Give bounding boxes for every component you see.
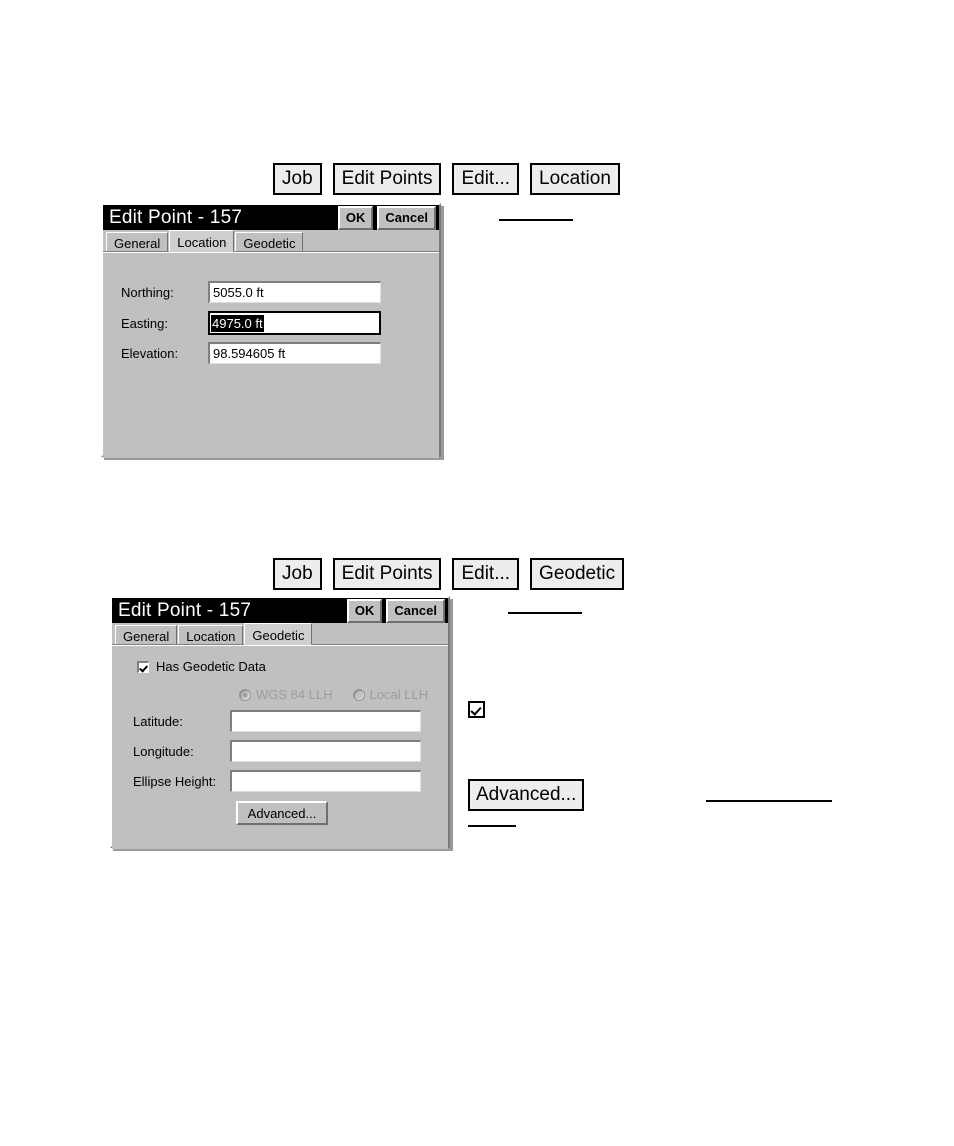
edit-point-geodetic-dialog: Edit Point - 157 OK Cancel General Locat…	[110, 596, 450, 849]
ok-button[interactable]: OK	[346, 598, 383, 623]
page-title: Edit Point - 157	[118, 600, 252, 621]
breadcrumb-item-edit[interactable]: Edit...	[452, 163, 520, 195]
titlebar-buttons: OK Cancel	[337, 205, 436, 230]
dialog-titlebar: Edit Point - 157 OK Cancel	[112, 598, 448, 623]
tab-general[interactable]: General	[106, 232, 169, 251]
breadcrumb: Job Edit Points Edit... Geodetic	[273, 558, 625, 590]
easting-row: Easting: 4975.0 ft	[121, 311, 381, 335]
cancel-button[interactable]: Cancel	[386, 598, 445, 623]
breadcrumb-item-location[interactable]: Location	[530, 163, 620, 195]
breadcrumb-item-job[interactable]: Job	[273, 558, 322, 590]
easting-input[interactable]: 4975.0 ft	[208, 311, 381, 335]
northing-row: Northing: 5055.0 ft	[121, 281, 381, 303]
easting-label: Easting:	[121, 315, 168, 331]
tab-geodetic[interactable]: Geodetic	[235, 232, 304, 251]
radio-icon	[352, 688, 365, 701]
advanced-button[interactable]: Advanced...	[236, 801, 328, 825]
breadcrumb-item-edit-points[interactable]: Edit Points	[332, 163, 442, 195]
edit-point-location-dialog: Edit Point - 157 OK Cancel General Locat…	[101, 203, 441, 458]
breadcrumb-item-edit[interactable]: Edit...	[452, 558, 520, 590]
advanced-annotation-box: Advanced...	[468, 779, 585, 811]
location-tab-panel: Northing: 5055.0 ft Easting: 4975.0 ft E…	[103, 252, 439, 458]
ellipse-height-input[interactable]	[230, 770, 421, 792]
longitude-label: Longitude:	[133, 743, 194, 759]
annotation-line-3	[706, 800, 832, 802]
radio-wgs84-llh-label: WGS 84 LLH	[256, 687, 333, 702]
checkbox-icon[interactable]	[137, 660, 149, 673]
elevation-label: Elevation:	[121, 345, 179, 361]
tabstrip: General Location Geodetic	[112, 623, 448, 645]
annotation-line-1	[499, 219, 573, 221]
elevation-value: 98.594605 ft	[213, 346, 286, 361]
llh-radio-group: WGS 84 LLH Local LLH	[239, 688, 428, 701]
annotation-line-2	[508, 612, 582, 614]
longitude-input[interactable]	[230, 740, 421, 762]
radio-local-llh: Local LLH	[352, 687, 429, 702]
elevation-row: Elevation: 98.594605 ft	[121, 342, 381, 364]
ellipse-height-row: Ellipse Height:	[133, 770, 421, 792]
radio-local-llh-label: Local LLH	[369, 687, 429, 702]
breadcrumb-item-job[interactable]: Job	[273, 163, 322, 195]
titlebar-buttons: OK Cancel	[346, 598, 445, 623]
latitude-row: Latitude:	[133, 710, 421, 732]
annotation-line-4	[468, 825, 516, 827]
tab-general[interactable]: General	[115, 625, 178, 644]
latitude-label: Latitude:	[133, 713, 183, 729]
northing-input[interactable]: 5055.0 ft	[208, 281, 381, 303]
ok-button[interactable]: OK	[337, 205, 374, 230]
northing-value: 5055.0 ft	[213, 285, 264, 300]
has-geodetic-data-label: Has Geodetic Data	[156, 659, 266, 674]
tab-location[interactable]: Location	[169, 230, 235, 252]
cancel-button[interactable]: Cancel	[377, 205, 436, 230]
elevation-input[interactable]: 98.594605 ft	[208, 342, 381, 364]
longitude-row: Longitude:	[133, 740, 421, 762]
has-geodetic-data-checkbox-row[interactable]: Has Geodetic Data	[137, 660, 266, 673]
page-title: Edit Point - 157	[109, 207, 243, 228]
radio-wgs84-llh: WGS 84 LLH	[239, 688, 333, 701]
radio-icon	[239, 688, 251, 701]
checked-checkbox-glyph	[468, 701, 485, 718]
latitude-input[interactable]	[230, 710, 421, 732]
tab-location[interactable]: Location	[178, 625, 244, 644]
breadcrumb-item-edit-points[interactable]: Edit Points	[332, 558, 442, 590]
breadcrumb: Job Edit Points Edit... Location	[273, 163, 620, 195]
tabstrip: General Location Geodetic	[103, 230, 439, 252]
dialog-titlebar: Edit Point - 157 OK Cancel	[103, 205, 439, 230]
ellipse-height-label: Ellipse Height:	[133, 773, 217, 789]
easting-value: 4975.0 ft	[211, 314, 264, 332]
geodetic-tab-panel: Has Geodetic Data WGS 84 LLH Local LLH L…	[112, 645, 448, 849]
northing-label: Northing:	[121, 284, 174, 300]
tab-geodetic[interactable]: Geodetic	[244, 623, 313, 645]
breadcrumb-item-geodetic[interactable]: Geodetic	[530, 558, 625, 590]
